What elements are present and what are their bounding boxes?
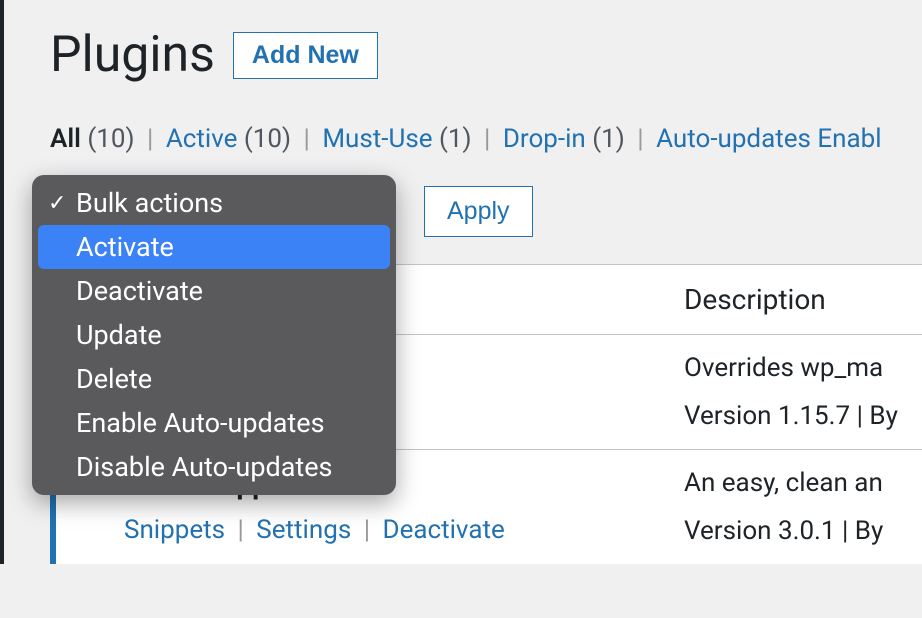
dropdown-option-label: Update	[76, 319, 162, 351]
filter-active-count: (10)	[244, 124, 291, 154]
dropdown-option-deactivate[interactable]: Deactivate	[38, 269, 390, 313]
plugin-description: Overrides wp_ma	[684, 353, 912, 383]
add-new-button[interactable]: Add New	[233, 32, 378, 79]
dropdown-option-label: Deactivate	[76, 275, 203, 307]
dropdown-option-label: Bulk actions	[76, 187, 223, 219]
checkmark-icon: ✓	[48, 191, 74, 216]
filter-dropin[interactable]: Drop-in (1)	[503, 124, 631, 154]
plugin-description: An easy, clean an	[684, 468, 912, 498]
page-title: Plugins	[50, 26, 215, 84]
plugin-link-settings[interactable]: Settings	[256, 515, 351, 545]
filter-separator: |	[484, 124, 490, 154]
apply-button[interactable]: Apply	[424, 186, 533, 237]
dropdown-option-label: Disable Auto-updates	[76, 451, 332, 483]
filter-separator: |	[637, 124, 643, 154]
column-header-description: Description	[674, 265, 922, 335]
dropdown-option-update[interactable]: Update	[38, 313, 390, 357]
dropdown-option-activate[interactable]: Activate	[38, 225, 390, 269]
dropdown-option-label: Delete	[76, 363, 152, 395]
filter-all-label: All	[50, 124, 81, 154]
filter-active[interactable]: Active (10)	[166, 124, 298, 154]
filter-mustuse[interactable]: Must-Use (1)	[322, 124, 478, 154]
dropdown-option-enable-auto[interactable]: Enable Auto-updates	[38, 401, 390, 445]
plugin-action-links: Snippets | Settings | Deactivate	[124, 515, 664, 545]
bulk-actions-dropdown[interactable]: ✓ Bulk actions Activate Deactivate Updat…	[32, 175, 396, 495]
dropdown-option-delete[interactable]: Delete	[38, 357, 390, 401]
filter-mustuse-count: (1)	[439, 124, 472, 154]
filter-separator: |	[147, 124, 153, 154]
plugin-meta: Version 1.15.7 | By	[684, 401, 912, 431]
filter-dropin-label: Drop-in	[503, 124, 586, 154]
filter-all-count: (10)	[87, 124, 134, 154]
dropdown-option-bulk-actions[interactable]: ✓ Bulk actions	[38, 181, 390, 225]
filter-separator: |	[304, 124, 310, 154]
dropdown-option-disable-auto[interactable]: Disable Auto-updates	[38, 445, 390, 489]
dropdown-option-label: Activate	[76, 231, 174, 263]
plugin-meta: Version 3.0.1 | By	[684, 516, 912, 546]
filter-autoupdate[interactable]: Auto-updates Enabl	[656, 124, 882, 154]
filter-mustuse-label: Must-Use	[322, 124, 432, 154]
filter-all[interactable]: All (10)	[50, 124, 141, 154]
filter-dropin-count: (1)	[592, 124, 625, 154]
plugin-link-deactivate[interactable]: Deactivate	[383, 515, 505, 545]
dropdown-option-label: Enable Auto-updates	[76, 407, 325, 439]
link-separator: |	[237, 515, 243, 545]
filter-active-label: Active	[166, 124, 238, 154]
link-separator: |	[364, 515, 370, 545]
filter-autoupdate-label: Auto-updates Enabl	[656, 124, 882, 154]
plugin-link-snippets[interactable]: Snippets	[124, 515, 225, 545]
filter-bar: All (10) | Active (10) | Must-Use (1) | …	[50, 124, 922, 154]
